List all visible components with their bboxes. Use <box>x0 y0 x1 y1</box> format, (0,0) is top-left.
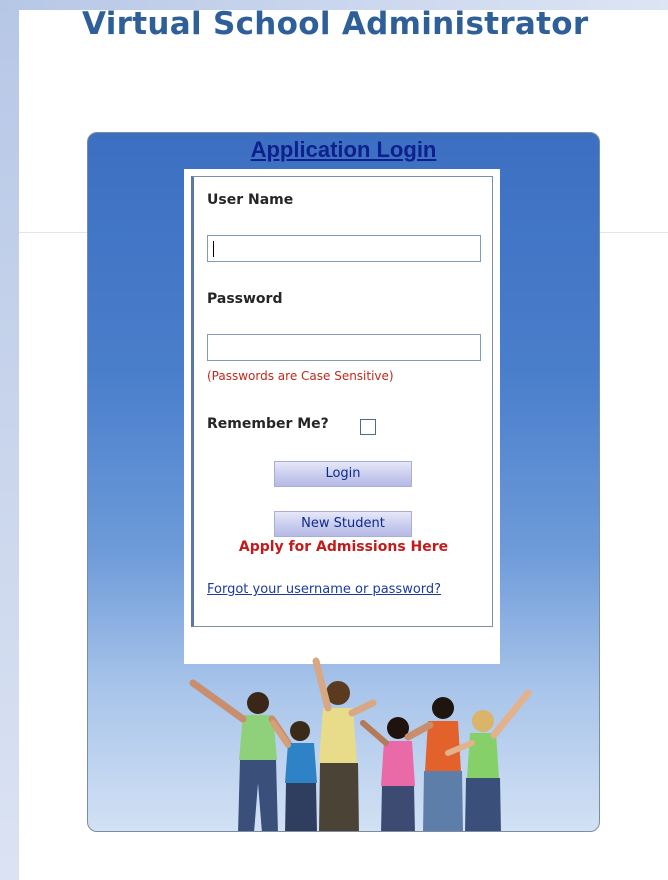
new-student-button[interactable]: New Student <box>274 511 412 537</box>
students-photo <box>189 657 532 831</box>
password-input[interactable] <box>207 334 481 361</box>
student-figure <box>404 697 463 831</box>
application-login-link[interactable]: Application Login <box>88 137 599 163</box>
student-figure <box>189 679 292 831</box>
login-form: User Name Password (Passwords are Case S… <box>191 176 493 627</box>
app-title: Virtual School Administrator <box>82 6 589 42</box>
student-figure <box>312 657 377 831</box>
text-cursor <box>213 241 214 257</box>
login-button[interactable]: Login <box>274 461 412 487</box>
apply-admissions-text: Apply for Admissions Here <box>238 539 449 555</box>
username-input[interactable] <box>207 235 481 262</box>
remember-me-label: Remember Me? <box>207 416 329 432</box>
username-label: User Name <box>207 192 294 208</box>
password-case-hint: (Passwords are Case Sensitive) <box>207 369 394 383</box>
login-panel: Application Login User Name Password (Pa… <box>87 132 600 832</box>
password-label: Password <box>207 291 283 307</box>
left-gradient-strip <box>0 0 19 880</box>
student-figure <box>270 720 317 831</box>
forgot-credentials-link[interactable]: Forgot your username or password? <box>207 582 447 598</box>
login-form-container: User Name Password (Passwords are Case S… <box>184 169 500 664</box>
remember-me-checkbox[interactable] <box>360 419 376 435</box>
